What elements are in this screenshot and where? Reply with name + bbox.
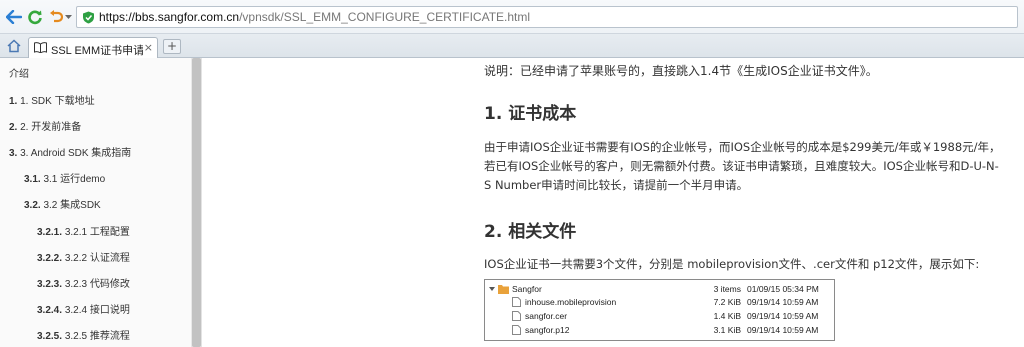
undo-icon (49, 10, 63, 23)
toc-item-3-2-5[interactable]: 3.2.5. 3.2.5 推荐流程 (37, 327, 201, 342)
toc-item-2[interactable]: 2. 2. 开发前准备 (9, 118, 200, 133)
tab-close-icon[interactable]: × (144, 41, 153, 54)
article-content: 说明：已经申请了苹果账号的，直接跳入1.4节《生成IOS企业证书文件》。 1. … (203, 58, 1024, 347)
url-input[interactable]: https://bbs.sangfor.com.cn/vpnsdk/SSL_EM… (76, 6, 1018, 28)
toc-item-3-2-2[interactable]: 3.2.2. 3.2.2 认证流程 (37, 249, 201, 264)
undo-closed-tab-button[interactable] (47, 8, 73, 26)
tab-title: SSL EMM证书申请及配置 (51, 45, 143, 57)
new-tab-button[interactable]: + (163, 39, 181, 54)
paragraph-cost: 由于申请IOS企业证书需要有IOS的企业帐号，而IOS企业帐号的成本是$299美… (484, 140, 1001, 192)
refresh-icon (28, 10, 42, 25)
toc-item-3-2-4[interactable]: 3.2.4. 3.2.4 接口说明 (37, 301, 201, 316)
file-row: Sangfor 3 items 01/09/15 05:34 PM (485, 283, 834, 295)
collapse-arrow-icon (489, 287, 495, 291)
section-heading-files: 2. 相关文件 (484, 222, 577, 242)
toc-item-3-2-1[interactable]: 3.2.1. 3.2.1 工程配置 (37, 223, 201, 238)
file-listing-image: Sangfor 3 items 01/09/15 05:34 PM inhous… (484, 279, 835, 341)
tab-bar: SSL EMM证书申请及配置 × + (0, 34, 1024, 58)
file-icon (512, 297, 521, 307)
file-row: inhouse.mobileprovision 7.2 KiB 09/19/14… (485, 296, 834, 308)
toc-item-3-2-3[interactable]: 3.2.3. 3.2.3 代码修改 (37, 275, 201, 290)
toc-item-intro[interactable]: 介绍 (9, 65, 200, 80)
book-icon (34, 42, 47, 53)
toc-sidebar: 介绍 1. 1. SDK 下载地址 2. 2. 开发前准备 3. 3. Andr… (0, 58, 202, 347)
folder-icon (498, 285, 509, 294)
section-heading-cost: 1. 证书成本 (484, 104, 577, 124)
url-host: https://bbs.sangfor.com.cn (99, 10, 240, 24)
file-icon (512, 311, 521, 321)
home-button[interactable] (7, 38, 21, 57)
article-note: 说明：已经申请了苹果账号的，直接跳入1.4节《生成IOS企业证书文件》。 (484, 64, 878, 78)
address-toolbar: https://bbs.sangfor.com.cn/vpnsdk/SSL_EM… (0, 0, 1024, 34)
file-icon (512, 325, 521, 335)
toc-item-3[interactable]: 3. 3. Android SDK 集成指南 (9, 144, 200, 159)
file-row: sangfor.cer 1.4 KiB 09/19/14 10:59 AM (485, 310, 834, 322)
toc-item-1[interactable]: 1. 1. SDK 下载地址 (9, 92, 200, 107)
home-icon (7, 39, 21, 53)
refresh-button[interactable] (26, 8, 44, 26)
file-row: sangfor.p12 3.1 KiB 09/19/14 10:59 AM (485, 324, 834, 336)
sidebar-scrollbar[interactable] (191, 58, 201, 347)
back-button[interactable] (5, 8, 23, 26)
url-path: /vpnsdk/SSL_EMM_CONFIGURE_CERTIFICATE.ht… (239, 10, 531, 24)
toc-item-3-1[interactable]: 3.1. 3.1 运行demo (24, 170, 201, 185)
sidebar-scrollbar-thumb[interactable] (192, 58, 201, 347)
back-arrow-icon (6, 10, 22, 24)
toc-item-3-2[interactable]: 3.2. 3.2 集成SDK (24, 196, 201, 211)
paragraph-files: IOS企业证书一共需要3个文件，分别是 mobileprovision文件、.c… (484, 257, 980, 271)
tab-active[interactable]: SSL EMM证书申请及配置 × (28, 37, 158, 58)
secure-shield-icon (83, 11, 94, 24)
dropdown-arrow-icon (64, 14, 72, 19)
url-text: https://bbs.sangfor.com.cn/vpnsdk/SSL_EM… (99, 10, 530, 24)
